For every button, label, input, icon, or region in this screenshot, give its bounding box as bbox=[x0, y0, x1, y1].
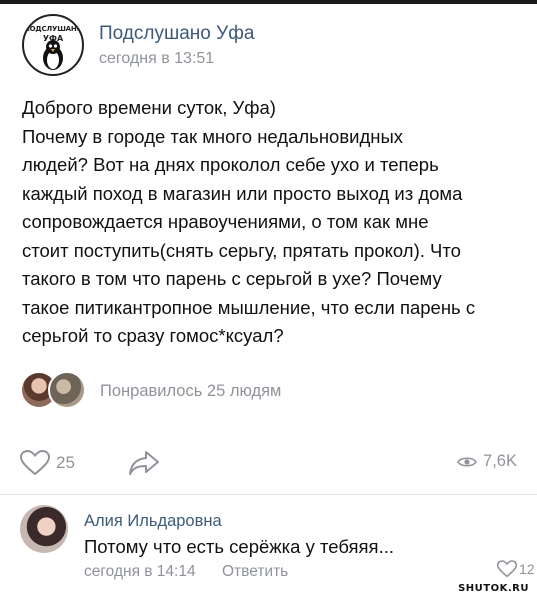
post-timestamp[interactable]: сегодня в 13:51 bbox=[99, 50, 214, 68]
reply-button[interactable]: Ответить bbox=[222, 563, 288, 581]
post-text-line: сопровождается нравоучениями, о том как … bbox=[22, 211, 429, 232]
post-author-name[interactable]: Подслушано Уфа bbox=[99, 23, 254, 45]
top-bar bbox=[0, 0, 537, 4]
like-count: 25 bbox=[56, 453, 75, 472]
post-text-line: каждый поход в магазин или просто выход … bbox=[22, 182, 463, 204]
heart-icon bbox=[497, 560, 517, 578]
liker-avatar bbox=[48, 371, 86, 409]
post-text-line: серьгой то сразу гомос*ксуал? bbox=[22, 325, 284, 346]
post-text-line: людей? Вот на днях проколол себе ухо и т… bbox=[22, 154, 439, 175]
comment-author-name[interactable]: Алия Ильдаровна bbox=[84, 512, 222, 531]
post-text-line: такого в том что парень с серьгой в ухе?… bbox=[22, 268, 442, 289]
views-counter: 7,6K bbox=[457, 452, 517, 471]
like-button[interactable]: 25 bbox=[20, 450, 75, 476]
post-text-line: стоит поступить(снять серьгу, прятать пр… bbox=[22, 239, 461, 261]
comment-like-count: 12 bbox=[519, 561, 535, 577]
comment-author-avatar[interactable] bbox=[20, 505, 68, 553]
post-text-line: Доброго времени суток, Уфа) bbox=[22, 97, 276, 118]
heart-icon bbox=[20, 450, 50, 476]
comment-text: Потому что есть серёжка у тебяяя... bbox=[84, 536, 394, 557]
share-button[interactable] bbox=[128, 450, 160, 476]
post-text-line: такое питикантропное мышление, что если … bbox=[22, 296, 476, 318]
comment-like-button[interactable]: 12 bbox=[497, 560, 535, 578]
share-arrow-icon bbox=[129, 451, 159, 475]
post-text-line: Почему в городе так много недальновидных bbox=[22, 125, 404, 147]
penguin-icon bbox=[43, 40, 63, 70]
likes-summary[interactable]: Понравилось 25 людям bbox=[100, 382, 281, 401]
post-text: Доброго времени суток, Уфа) Почему в гор… bbox=[22, 94, 522, 351]
community-avatar[interactable]: ПОДСЛУШАНО УФА bbox=[22, 14, 84, 76]
eye-icon bbox=[457, 456, 477, 467]
views-count: 7,6K bbox=[483, 452, 517, 470]
watermark: SHUTOK.RU bbox=[458, 583, 529, 594]
comment-timestamp: сегодня в 14:14 bbox=[84, 563, 196, 580]
comments-divider bbox=[0, 494, 537, 495]
